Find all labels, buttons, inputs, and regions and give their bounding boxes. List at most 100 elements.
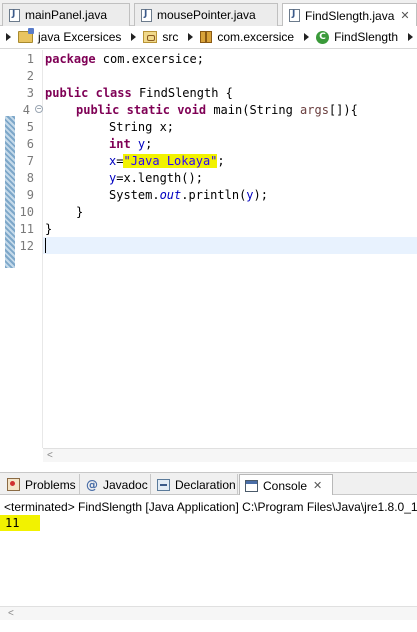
code-line: public class FindSlength { [45,85,233,102]
line-number: 1 [26,52,34,66]
code-text-span: FindSlength { [131,86,233,100]
code-editor[interactable]: − 1 2 3 4 5 6 7 8 9 10 11 12 package com… [0,50,417,448]
code-line: y=x.length(); [109,170,203,187]
tab-label: Javadoc [103,477,148,492]
breadcrumb-package-label: com.excersice [217,30,295,44]
tab-declaration[interactable]: Declaration [152,474,238,495]
code-line: } [76,204,83,221]
code-line: int y; [109,136,152,153]
console-horizontal-scrollbar[interactable]: < [0,606,417,620]
code-text-span: ; [145,137,153,151]
tab-label: Console [263,478,308,493]
code-text-span: =x.length(); [116,171,203,185]
problems-icon [7,478,20,491]
source-folder-icon [143,31,158,43]
parameter: args [300,103,329,117]
declaration-icon [157,478,170,491]
keyword: static [126,103,170,117]
code-text-span: com.excersice; [95,52,204,66]
keyword: public [45,86,89,100]
keyword: void [177,103,207,117]
editor-tab-bar: mainPanel.java mousePointer.java FindSle… [0,0,417,27]
project-folder-icon [18,28,34,43]
tab-label: FindSlength.java [305,8,395,23]
line-number: 9 [26,188,34,202]
breadcrumb-separator-icon [408,33,414,41]
keyword: int [109,137,131,151]
java-file-icon [141,8,152,22]
editor-horizontal-scrollbar[interactable]: < [43,448,417,462]
breadcrumb-src[interactable]: src [143,30,178,44]
string-literal: "Java Lokaya" [123,154,218,168]
console-output-text: 11 [5,516,20,530]
console-view[interactable]: <terminated> FindSlength [Java Applicati… [0,495,417,632]
line-number: 6 [26,137,34,151]
code-text-span: } [76,205,84,219]
code-line: public static void main(String args[]){ [76,102,358,119]
console-output: 11 [0,515,40,531]
tab-console[interactable]: Console ✕ [239,474,333,496]
text-caret [45,238,46,253]
breadcrumb: java Excersices src com.excersice C Find… [0,26,417,49]
code-text-span: []){ [328,103,358,117]
class-icon: C [316,30,330,44]
breadcrumb-package[interactable]: com.excersice [200,30,294,44]
code-text-span: ); [253,188,268,202]
line-number: 11 [19,222,34,236]
close-icon[interactable]: ✕ [313,479,322,492]
tab-label: Declaration [175,477,236,492]
java-file-icon [9,8,20,22]
breadcrumb-project-label: java Excersices [38,30,122,44]
code-text-span: } [45,222,53,236]
scroll-left-icon[interactable]: < [47,450,53,461]
tab-problems[interactable]: Problems [2,474,80,495]
line-number: 4 [22,103,30,117]
line-number: 8 [26,171,34,185]
code-text-span: main(String [206,103,301,117]
tab-mousepointer[interactable]: mousePointer.java [134,3,278,26]
breadcrumb-expand-icon[interactable] [6,33,11,41]
tab-label: Problems [25,477,76,492]
breadcrumb-src-label: src [162,30,179,44]
keyword: class [95,86,132,100]
code-line: x="Java Lokaya"; [109,153,225,170]
java-file-icon [289,9,300,22]
console-status: <terminated> FindSlength [Java Applicati… [4,500,417,514]
code-line: package com.excersice; [45,51,204,68]
breadcrumb-project[interactable]: java Excersices [18,28,122,44]
code-text-span: ; [217,154,225,168]
tab-label: mainPanel.java [25,8,108,22]
code-line: System.out.println(y); [109,187,268,204]
console-icon [245,479,258,492]
current-line-highlight [43,237,417,254]
line-number: 10 [19,205,34,219]
breadcrumb-separator-icon [188,33,194,41]
code-text-span: System. [109,188,160,202]
variable: y [246,188,254,202]
code-text-span: String x; [109,120,175,134]
code-line: String x; [109,119,174,136]
keyword: package [45,52,96,66]
static-field: out [159,188,182,202]
package-icon [200,31,213,43]
line-number: 3 [26,86,34,100]
fold-collapse-icon[interactable]: − [35,105,43,113]
breadcrumb-class[interactable]: C FindSlength [316,30,398,44]
tab-findslength[interactable]: FindSlength.java ✕ [282,3,417,27]
line-number: 2 [26,69,34,83]
line-number: 7 [26,154,34,168]
breadcrumb-separator-icon [131,33,137,41]
javadoc-icon: @ [86,477,98,492]
breadcrumb-separator-icon [304,33,310,41]
keyword: public [76,103,120,117]
tab-javadoc[interactable]: @ Javadoc [81,474,151,495]
breadcrumb-class-label: FindSlength [334,30,399,44]
code-line: } [45,221,52,238]
scroll-left-icon[interactable]: < [8,608,14,619]
line-number: 5 [26,120,34,134]
close-icon[interactable]: ✕ [400,9,409,22]
view-tab-bar: Problems @ Javadoc Declaration Console ✕ [0,472,417,496]
tab-mainpanel[interactable]: mainPanel.java [2,3,130,26]
code-text-span: .println( [181,188,247,202]
line-number: 12 [19,239,34,253]
